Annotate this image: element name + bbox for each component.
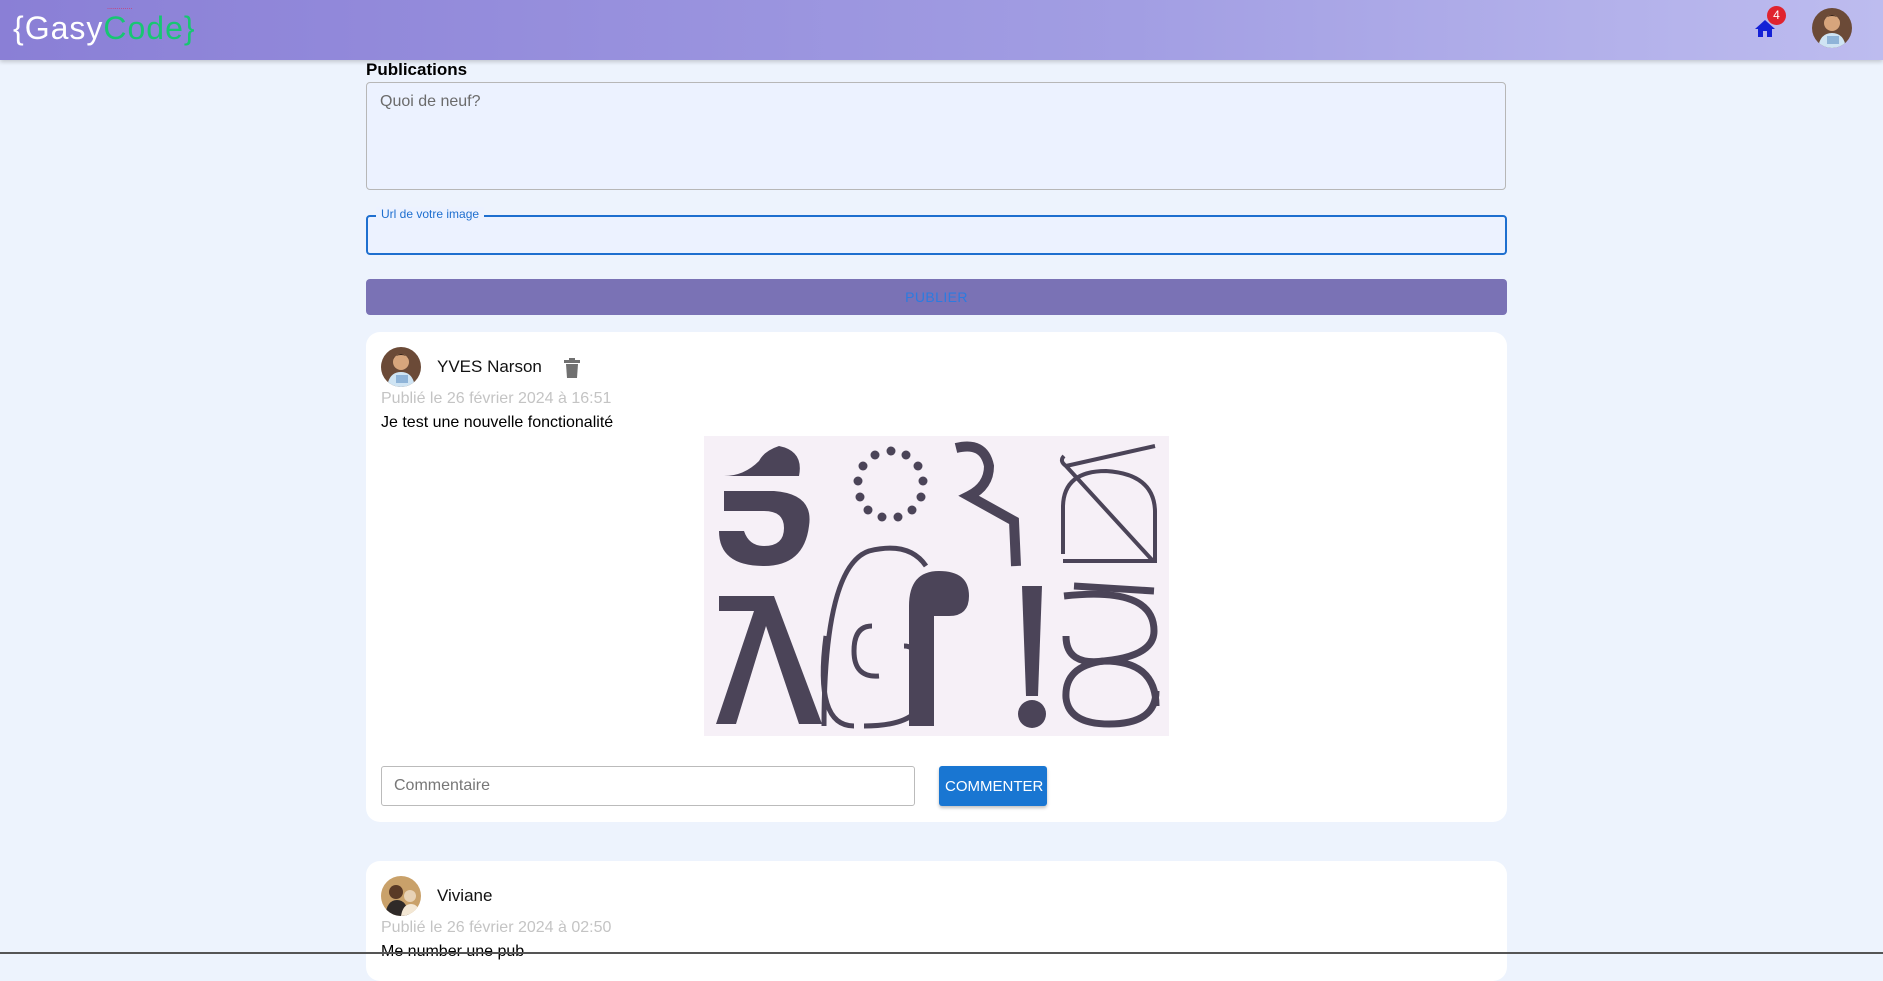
avatar-image <box>381 347 421 387</box>
post-card: Viviane Publié le 26 février 2024 à 02:5… <box>366 861 1507 981</box>
user-avatar[interactable] <box>1812 8 1852 48</box>
logo-tagline: ............. <box>107 4 133 11</box>
post-card: YVES Narson Publié le 26 février 2024 à … <box>366 332 1507 822</box>
logo-open-brace: { <box>13 10 25 46</box>
comment-button[interactable]: COMMENTER <box>939 766 1047 806</box>
top-app-bar: {GasyCode} ............. 4 <box>0 0 1883 60</box>
post-image <box>704 436 1169 736</box>
logo-close-brace: } <box>183 10 196 46</box>
comment-input[interactable] <box>381 766 915 806</box>
post-author[interactable]: Viviane <box>437 886 492 906</box>
post-author[interactable]: YVES Narson <box>437 357 542 377</box>
trash-icon <box>564 358 580 378</box>
post-date: Publié le 26 février 2024 à 02:50 <box>381 919 612 936</box>
post-text-input[interactable] <box>366 82 1506 190</box>
image-url-input[interactable] <box>368 217 1505 253</box>
publish-button[interactable]: PUBLIER <box>366 279 1507 315</box>
author-avatar[interactable] <box>381 347 421 387</box>
image-url-label: Url de votre image <box>376 207 485 221</box>
image-url-field[interactable]: Url de votre image <box>366 207 1507 255</box>
notification-badge: 4 <box>1767 6 1786 25</box>
logo-word-code: Code <box>103 10 184 46</box>
page-title: Publications <box>366 60 468 79</box>
author-avatar[interactable] <box>381 876 421 916</box>
logo-word-gasy: Gasy <box>24 10 104 46</box>
logo[interactable]: {GasyCode} <box>13 8 196 48</box>
avatar-image <box>1812 8 1852 48</box>
delete-post-button[interactable] <box>563 358 581 378</box>
avatar-image <box>381 876 421 916</box>
post-text: Je test une nouvelle fonctionalité <box>381 414 614 431</box>
post-date: Publié le 26 février 2024 à 16:51 <box>381 390 612 407</box>
